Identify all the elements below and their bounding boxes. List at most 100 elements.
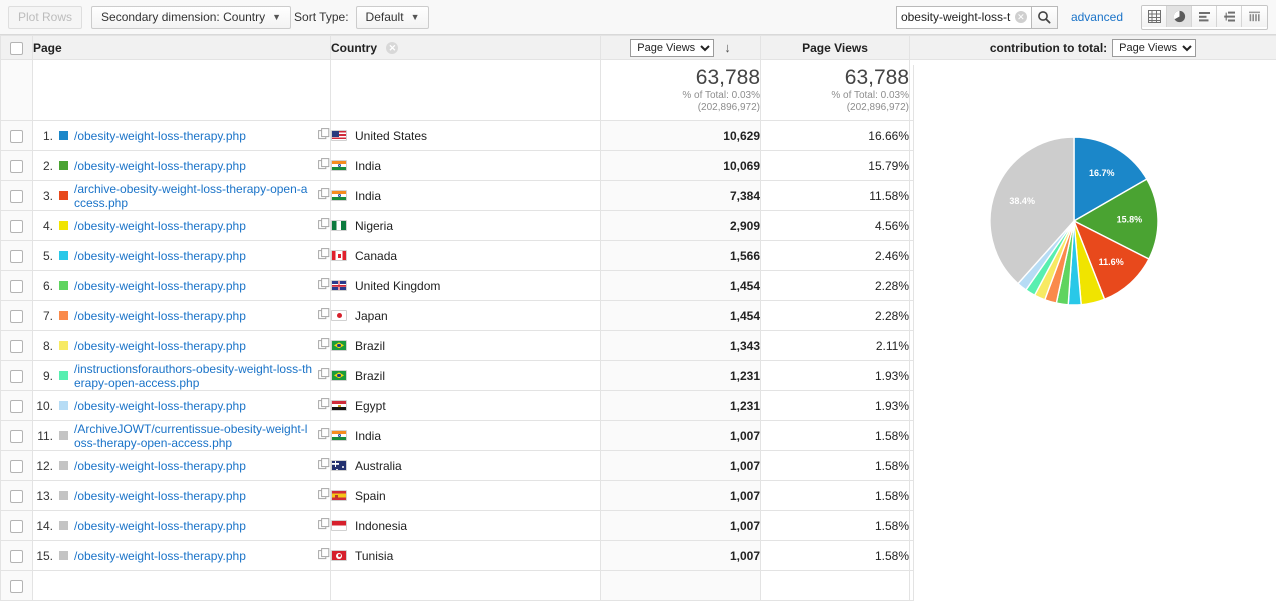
- row-checkbox[interactable]: [10, 459, 23, 473]
- comparison-view-icon[interactable]: [1217, 5, 1242, 27]
- page-link[interactable]: /obesity-weight-loss-therapy.php: [74, 489, 313, 503]
- open-in-new-icon[interactable]: [318, 338, 330, 350]
- page-link[interactable]: /obesity-weight-loss-therapy.php: [74, 309, 313, 323]
- country-cell: Japan: [330, 300, 601, 331]
- column-header-country-label: Country: [331, 40, 377, 55]
- row-checkbox[interactable]: [10, 159, 23, 173]
- metric-select[interactable]: Page Views: [630, 38, 715, 57]
- page-link[interactable]: /archive-obesity-weight-loss-therapy-ope…: [74, 182, 313, 210]
- page-link[interactable]: /obesity-weight-loss-therapy.php: [74, 219, 313, 233]
- page-views-value: 2,909: [600, 210, 761, 241]
- row-checkbox[interactable]: [10, 189, 23, 203]
- pie-chart-view-icon[interactable]: [1167, 5, 1192, 27]
- open-in-new-icon[interactable]: [318, 308, 330, 320]
- clear-search-icon[interactable]: ✕: [1014, 11, 1027, 23]
- page-link[interactable]: /instructionsforauthors-obesity-weight-l…: [74, 362, 313, 390]
- open-in-new-icon[interactable]: [318, 488, 330, 500]
- search-button[interactable]: [1030, 5, 1058, 29]
- remove-country-dimension-icon[interactable]: ✕: [386, 42, 399, 55]
- row-checkbox[interactable]: [10, 549, 23, 563]
- row-checkbox[interactable]: [10, 219, 23, 233]
- page-link[interactable]: /obesity-weight-loss-therapy.php: [74, 249, 313, 263]
- search-input[interactable]: [900, 10, 1011, 24]
- chart-area-cell: [909, 240, 1276, 271]
- sort-descending-icon[interactable]: ↓: [724, 40, 731, 55]
- contribution-value: 1.93%: [760, 360, 910, 391]
- row-checkbox[interactable]: [10, 309, 23, 323]
- page-link[interactable]: /obesity-weight-loss-therapy.php: [74, 549, 313, 563]
- open-in-new-button[interactable]: [318, 518, 330, 533]
- open-in-new-icon[interactable]: [318, 398, 330, 410]
- open-in-new-icon[interactable]: [318, 458, 330, 470]
- flag-icon-in: [331, 190, 347, 201]
- series-color-swatch: [59, 341, 68, 350]
- open-in-new-icon[interactable]: [318, 128, 330, 140]
- row-checkbox[interactable]: [10, 249, 23, 263]
- bar-chart-view-icon[interactable]: [1192, 5, 1217, 27]
- series-color-swatch: [59, 431, 68, 440]
- row-checkbox[interactable]: [10, 429, 23, 443]
- page-link[interactable]: /ArchiveJOWT/currentissue-obesity-weight…: [74, 422, 313, 450]
- open-in-new-button[interactable]: [318, 248, 330, 263]
- page-cell: 8. /obesity-weight-loss-therapy.php: [32, 330, 331, 361]
- open-in-new-icon[interactable]: [318, 428, 330, 440]
- row-select-cell: [0, 420, 33, 451]
- row-checkbox[interactable]: [10, 519, 23, 533]
- column-header-page[interactable]: Page: [32, 35, 331, 60]
- open-in-new-button[interactable]: [318, 158, 330, 173]
- row-checkbox[interactable]: [10, 489, 23, 503]
- open-in-new-button[interactable]: [318, 338, 330, 353]
- page-views-value: 10,629: [600, 120, 761, 151]
- flag-icon-id: [331, 520, 347, 531]
- open-in-new-icon[interactable]: [318, 248, 330, 260]
- open-in-new-button[interactable]: [318, 428, 330, 443]
- row-checkbox[interactable]: [10, 339, 23, 353]
- page-link[interactable]: /obesity-weight-loss-therapy.php: [74, 159, 313, 173]
- row-select-cell: [0, 390, 33, 421]
- open-in-new-icon[interactable]: [318, 368, 330, 380]
- page-link[interactable]: /obesity-weight-loss-therapy.php: [74, 339, 313, 353]
- row-checkbox[interactable]: [10, 579, 23, 593]
- page-link[interactable]: /obesity-weight-loss-therapy.php: [74, 399, 313, 413]
- open-in-new-button[interactable]: [318, 458, 330, 473]
- open-in-new-button[interactable]: [318, 548, 330, 563]
- page-link[interactable]: /obesity-weight-loss-therapy.php: [74, 459, 313, 473]
- open-in-new-button[interactable]: [318, 188, 330, 203]
- open-in-new-icon[interactable]: [318, 218, 330, 230]
- open-in-new-button[interactable]: [318, 218, 330, 233]
- search-box[interactable]: ✕: [895, 5, 1031, 29]
- advanced-link[interactable]: advanced: [1071, 10, 1123, 24]
- open-in-new-icon[interactable]: [318, 548, 330, 560]
- open-in-new-icon[interactable]: [318, 518, 330, 530]
- open-in-new-button[interactable]: [318, 278, 330, 293]
- page-link[interactable]: /obesity-weight-loss-therapy.php: [74, 129, 313, 143]
- table-row: 7. /obesity-weight-loss-therapy.php Japan 1…: [0, 300, 1276, 331]
- plot-rows-button[interactable]: Plot Rows: [8, 5, 83, 29]
- country-name: Japan: [355, 308, 388, 323]
- row-checkbox[interactable]: [10, 369, 23, 383]
- row-checkbox[interactable]: [10, 399, 23, 413]
- open-in-new-button[interactable]: [318, 128, 330, 143]
- row-checkbox[interactable]: [10, 129, 23, 143]
- open-in-new-icon[interactable]: [318, 278, 330, 290]
- page-link[interactable]: /obesity-weight-loss-therapy.php: [74, 519, 313, 533]
- contribution-select[interactable]: Page Views: [1112, 38, 1197, 57]
- open-in-new-button[interactable]: [318, 488, 330, 503]
- page-link[interactable]: /obesity-weight-loss-therapy.php: [74, 279, 313, 293]
- series-color-swatch: [59, 311, 68, 320]
- secondary-dimension-button[interactable]: Secondary dimension: Country ▼: [91, 5, 292, 29]
- column-header-page-views[interactable]: Page Views: [760, 35, 910, 60]
- open-in-new-button[interactable]: [318, 368, 330, 383]
- select-all-checkbox[interactable]: [10, 41, 23, 55]
- series-color-swatch: [59, 521, 68, 530]
- open-in-new-icon[interactable]: [318, 188, 330, 200]
- column-header-country[interactable]: Country ✕: [330, 35, 601, 60]
- open-in-new-button[interactable]: [318, 308, 330, 323]
- table-view-icon[interactable]: [1142, 5, 1167, 27]
- sort-type-button[interactable]: Default ▼: [355, 5, 430, 29]
- country-name: Brazil: [355, 368, 386, 383]
- open-in-new-button[interactable]: [318, 398, 330, 413]
- pivot-view-icon[interactable]: [1242, 5, 1267, 27]
- row-checkbox[interactable]: [10, 279, 23, 293]
- open-in-new-icon[interactable]: [318, 158, 330, 170]
